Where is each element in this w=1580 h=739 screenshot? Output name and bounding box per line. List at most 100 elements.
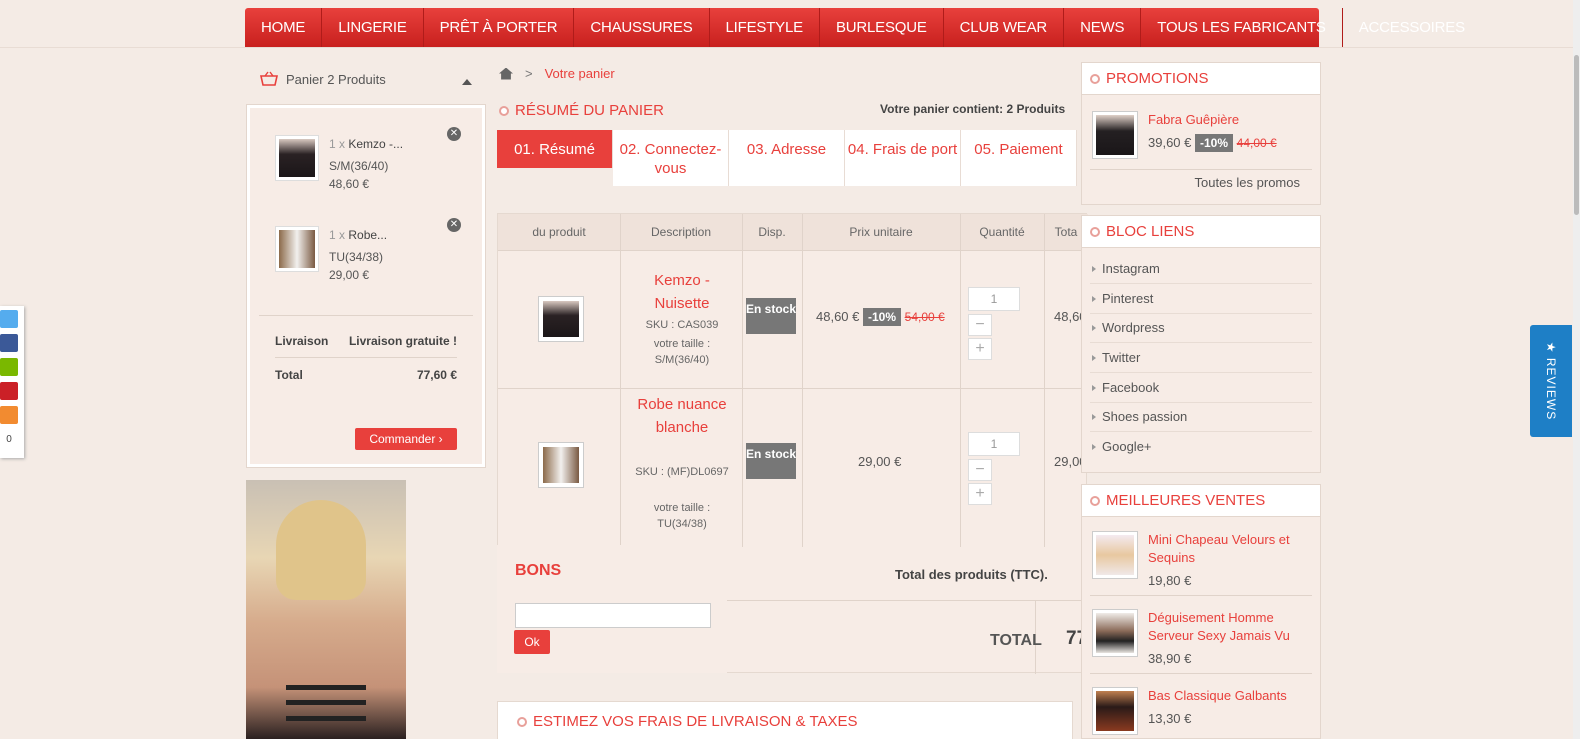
- nav-lifestyle[interactable]: LIFESTYLE: [710, 8, 820, 47]
- total-products-label: Total des produits (TTC).: [895, 567, 1048, 582]
- twitter-icon[interactable]: [0, 310, 18, 328]
- bullet-icon: [1090, 73, 1100, 84]
- bestseller-price: 38,90 €: [1148, 651, 1192, 666]
- divider: [259, 315, 473, 316]
- quantity-input[interactable]: 1: [968, 287, 1020, 311]
- old-price: 44,00 €: [1236, 136, 1277, 150]
- page-scrollbar[interactable]: [1573, 0, 1580, 739]
- discount-badge: -10%: [1195, 134, 1234, 152]
- nav-chaussures[interactable]: CHAUSSURES: [574, 8, 710, 47]
- link-facebook[interactable]: Facebook: [1090, 373, 1312, 403]
- bestseller-thumbnail[interactable]: [1092, 609, 1138, 657]
- product-thumbnail[interactable]: [275, 135, 319, 181]
- checkout-steps: 01. Résumé 02. Connectez-vous 03. Adress…: [497, 130, 1077, 186]
- bestseller-name[interactable]: Mini Chapeau Velours et Sequins: [1148, 531, 1308, 567]
- promotions-block: PROMOTIONS Fabra Guêpière 39,60 € -10% 4…: [1081, 62, 1321, 205]
- all-promos-link[interactable]: Toutes les promos: [1195, 175, 1301, 190]
- quantity-input[interactable]: 1: [968, 432, 1020, 456]
- voucher-title: BONS: [515, 562, 562, 579]
- step-summary[interactable]: 01. Résumé: [497, 130, 613, 168]
- share-icon[interactable]: [0, 406, 18, 424]
- product-image[interactable]: [538, 296, 584, 342]
- breadcrumb-separator: >: [525, 66, 533, 81]
- cart-block-title: Panier 2 Produits: [286, 71, 386, 87]
- links-block: BLOC LIENS Instagram Pinterest Wordpress…: [1081, 215, 1321, 473]
- bestseller-thumbnail[interactable]: [1092, 687, 1138, 735]
- nav-club-wear[interactable]: CLUB WEAR: [944, 8, 1065, 47]
- decrease-qty-button[interactable]: −: [968, 459, 992, 481]
- nav-news[interactable]: NEWS: [1064, 8, 1142, 47]
- promo-name[interactable]: Fabra Guêpière: [1148, 111, 1308, 129]
- unit-price: 48,60 € -10% 54,00 €: [816, 308, 945, 326]
- collapse-caret-icon[interactable]: [462, 79, 472, 85]
- cart-item-size: TU(34/38): [329, 250, 384, 264]
- cart-item-name[interactable]: Robe...: [348, 228, 387, 242]
- product-thumbnail[interactable]: [275, 226, 319, 272]
- product-name[interactable]: Kemzo - Nuisette: [632, 269, 732, 315]
- total-value: 77,60 €: [416, 368, 457, 382]
- link-instagram[interactable]: Instagram: [1090, 254, 1312, 284]
- product-size: votre taille : S/M(36/40): [653, 338, 711, 366]
- cart-block-header[interactable]: Panier 2 Produits: [260, 66, 480, 92]
- cart-item-name[interactable]: Kemzo -...: [348, 137, 403, 151]
- product-sku: SKU : CAS039: [645, 319, 719, 331]
- link-google-plus[interactable]: Google+: [1090, 432, 1312, 462]
- increase-qty-button[interactable]: +: [968, 338, 992, 360]
- cart-item: 1 x Robe... TU(34/38) 29,00 € ✕: [275, 218, 475, 296]
- bestseller-thumbnail[interactable]: [1092, 531, 1138, 579]
- step-payment[interactable]: 05. Paiement: [961, 130, 1077, 186]
- remove-item-icon[interactable]: ✕: [447, 127, 461, 141]
- stock-badge: En stock: [746, 298, 796, 334]
- promo-thumbnail[interactable]: [1092, 111, 1138, 159]
- remove-item-icon[interactable]: ✕: [447, 218, 461, 232]
- col-quantity: Quantité: [960, 214, 1044, 250]
- product-name[interactable]: Robe nuance blanche: [632, 393, 732, 439]
- link-pinterest[interactable]: Pinterest: [1090, 284, 1312, 314]
- nav-accessoires[interactable]: ACCESSOIRES: [1343, 8, 1481, 47]
- nav-fabricants[interactable]: TOUS LES FABRICANTS: [1141, 8, 1343, 47]
- col-description: Description: [620, 214, 742, 250]
- step-login[interactable]: 02. Connectez-vous: [613, 130, 729, 186]
- nav-pret-a-porter[interactable]: PRÊT À PORTER: [424, 8, 575, 47]
- nav-burlesque[interactable]: BURLESQUE: [820, 8, 944, 47]
- decrease-qty-button[interactable]: −: [968, 314, 992, 336]
- email-icon[interactable]: [0, 358, 18, 376]
- bestseller-price: 19,80 €: [1148, 573, 1192, 588]
- increase-qty-button[interactable]: +: [968, 483, 992, 505]
- product-sku: SKU : (MF)DL0697: [635, 466, 729, 478]
- nav-home[interactable]: HOME: [245, 8, 323, 47]
- shipping-estimate-title[interactable]: ESTIMEZ VOS FRAIS DE LIVRAISON & TAXES: [517, 713, 858, 730]
- shipping-label: Livraison: [275, 334, 329, 348]
- link-twitter[interactable]: Twitter: [1090, 343, 1312, 373]
- home-icon[interactable]: [499, 67, 513, 80]
- product-image[interactable]: [538, 442, 584, 488]
- shipping-value: Livraison gratuite !: [348, 334, 457, 348]
- total-label: Total: [275, 368, 303, 382]
- col-availability: Disp.: [742, 214, 802, 250]
- step-shipping[interactable]: 04. Frais de port: [845, 130, 961, 186]
- cart-item-qty: 1 x: [329, 137, 346, 151]
- cart-block: 1 x Kemzo -... S/M(36/40) 48,60 € ✕ 1 x …: [246, 104, 486, 468]
- promo-banner-image[interactable]: [246, 480, 406, 739]
- nav-lingerie[interactable]: LINGERIE: [322, 8, 424, 47]
- bestseller-name[interactable]: Bas Classique Galbants: [1148, 687, 1308, 705]
- share-count: 0: [6, 434, 12, 445]
- bullet-icon: [1090, 495, 1100, 506]
- cart-item-price: 48,60 €: [329, 177, 370, 191]
- checkout-button[interactable]: Commander ›: [355, 428, 457, 450]
- cart-item-qty: 1 x: [329, 228, 346, 242]
- scrollbar-thumb[interactable]: [1574, 55, 1579, 215]
- voucher-ok-button[interactable]: Ok: [514, 630, 550, 654]
- bestseller-name[interactable]: Déguisement Homme Serveur Sexy Jamais Vu: [1148, 609, 1308, 645]
- social-share-bar: 0: [0, 306, 24, 458]
- product-size: votre taille : TU(34/38): [653, 502, 711, 530]
- link-wordpress[interactable]: Wordpress: [1090, 313, 1312, 343]
- pinterest-icon[interactable]: [0, 382, 18, 400]
- voucher-input[interactable]: [515, 603, 711, 628]
- link-shoes-passion[interactable]: Shoes passion: [1090, 402, 1312, 432]
- breadcrumb: > Votre panier: [499, 66, 615, 81]
- reviews-tab[interactable]: ★ REVIEWS: [1530, 325, 1572, 437]
- step-address[interactable]: 03. Adresse: [729, 130, 845, 186]
- facebook-icon[interactable]: [0, 334, 18, 352]
- breadcrumb-current[interactable]: Votre panier: [545, 66, 615, 81]
